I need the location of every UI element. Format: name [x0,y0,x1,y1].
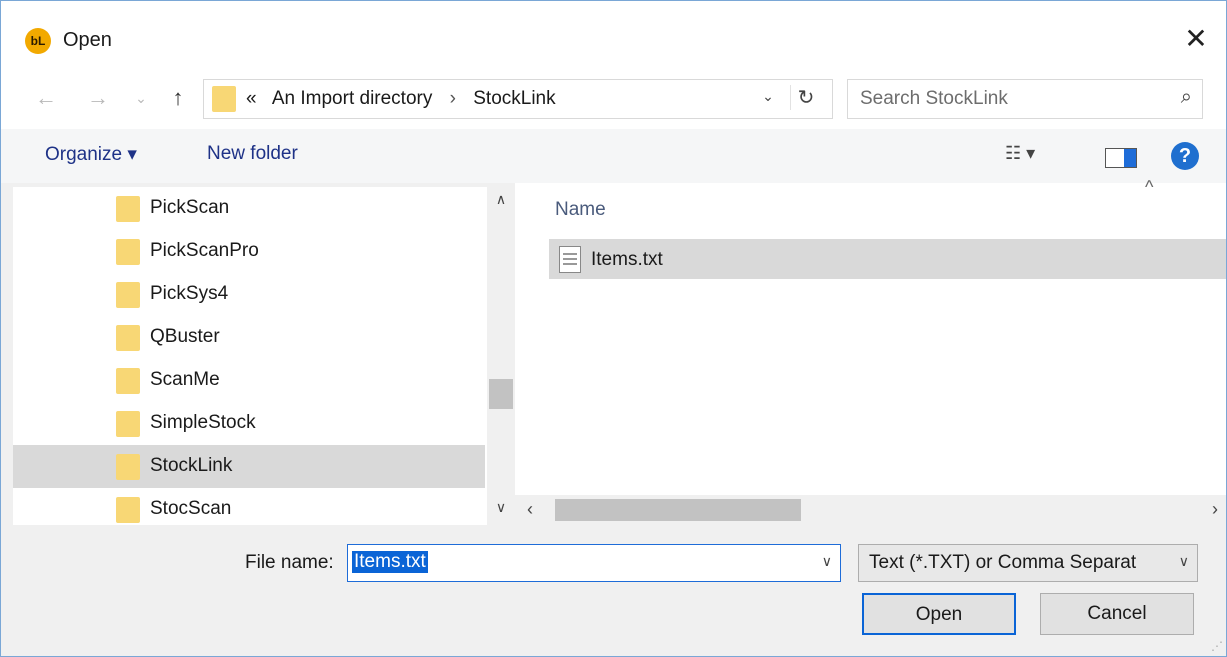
nav-folder-item[interactable]: PickSys4 [13,273,485,316]
column-header-name[interactable]: Name [555,199,606,221]
folder-icon [212,86,236,112]
scroll-left-icon[interactable]: ‹ [527,499,533,520]
scrollbar-thumb[interactable] [555,499,801,521]
help-icon[interactable]: ? [1171,142,1199,170]
text-file-icon [559,246,581,273]
breadcrumb-overflow[interactable]: « [246,88,257,109]
search-icon: ⌕ [1180,86,1192,108]
nav-folder-item[interactable]: PickScanPro [13,230,485,273]
scrollbar-thumb[interactable] [489,379,513,409]
nav-folder-item[interactable]: QBuster [13,316,485,359]
app-logo-icon: bL [25,28,51,54]
back-arrow-icon[interactable]: ← [31,83,61,113]
folder-icon [116,282,140,308]
scroll-right-icon[interactable]: › [1212,499,1218,520]
navigation-pane: PickScan PickScanPro PickSys4 QBuster Sc… [13,187,487,525]
folder-icon [116,411,140,437]
nav-folder-label: StocScan [150,498,232,519]
file-name-value[interactable]: Items.txt [352,551,428,573]
breadcrumb-separator[interactable]: › [450,88,456,109]
scroll-down-icon[interactable]: ∨ [487,499,515,516]
breadcrumb: « An Import directory › StockLink [246,88,556,110]
nav-folder-label: PickScan [150,197,230,218]
nav-folder-label: QBuster [150,326,220,347]
search-placeholder: Search StockLink [860,88,1008,109]
scroll-up-icon[interactable]: ∧ [487,191,515,208]
open-button[interactable]: Open [862,593,1016,635]
nav-folder-label: ScanMe [150,369,220,390]
preview-pane-icon[interactable] [1105,148,1137,168]
open-file-dialog: bL Open ✕ ← → ⌄ ↑ « An Import directory … [0,0,1227,657]
address-bar[interactable]: « An Import directory › StockLink ⌄ ↻ [203,79,833,119]
folder-icon [116,368,140,394]
nav-folder-item[interactable]: ScanMe [13,359,485,402]
folder-icon [116,497,140,523]
file-list-item[interactable]: Items.txt [549,239,1226,279]
folder-icon [116,196,140,222]
file-type-select[interactable]: Text (*.TXT) or Comma Separat ∨ [858,544,1198,582]
resize-grip-icon[interactable]: ⋰ [1211,639,1223,653]
file-list-horizontal-scrollbar[interactable]: ‹ › [515,495,1226,525]
forward-arrow-icon[interactable]: → [83,83,113,113]
recent-locations-chevron-icon[interactable]: ⌄ [131,83,151,113]
folder-icon [116,325,140,351]
nav-folder-item[interactable]: PickScan [13,187,485,230]
nav-folder-label: PickSys4 [150,283,229,304]
nav-folder-item-selected[interactable]: StockLink [13,445,485,488]
nav-folder-item[interactable]: StocScan [13,488,485,525]
title-bar: bL Open ✕ [1,1,1226,75]
file-name-label: Items.txt [591,249,663,270]
folder-icon [116,239,140,265]
breadcrumb-item-stocklink[interactable]: StockLink [473,88,555,109]
address-row: ← → ⌄ ↑ « An Import directory › StockLin… [1,75,1226,129]
folder-icon [116,454,140,480]
file-name-input[interactable]: Items.txt ∨ [347,544,841,582]
close-button[interactable]: ✕ [1180,23,1212,55]
sort-ascending-icon: ^ [1145,177,1154,197]
command-toolbar: Organize ▾ New folder ☷ ▾ ? [1,129,1226,183]
refresh-icon[interactable]: ↻ [790,85,821,110]
up-arrow-icon[interactable]: ↑ [163,83,193,113]
file-type-value: Text (*.TXT) or Comma Separat [869,552,1137,573]
search-input[interactable]: Search StockLink ⌕ [847,79,1203,119]
file-list-pane: ^ Name Items.txt [515,177,1226,495]
nav-folder-label: SimpleStock [150,412,256,433]
file-type-dropdown-icon[interactable]: ∨ [1179,553,1189,570]
breadcrumb-item-import-directory[interactable]: An Import directory [272,88,433,109]
organize-button[interactable]: Organize ▾ [45,143,137,166]
change-view-icon[interactable]: ☷ ▾ [1005,143,1035,164]
navigation-pane-scrollbar[interactable]: ∧ ∨ [487,187,515,525]
file-name-field-label: File name: [245,552,334,573]
dialog-title: Open [63,29,112,51]
nav-folder-label: StockLink [150,455,233,476]
nav-folder-item[interactable]: SimpleStock [13,402,485,445]
address-dropdown-icon[interactable]: ⌄ [756,88,780,105]
nav-folder-label: PickScanPro [150,240,259,261]
file-name-dropdown-icon[interactable]: ∨ [822,553,832,570]
new-folder-button[interactable]: New folder [207,143,298,165]
cancel-button[interactable]: Cancel [1040,593,1194,635]
